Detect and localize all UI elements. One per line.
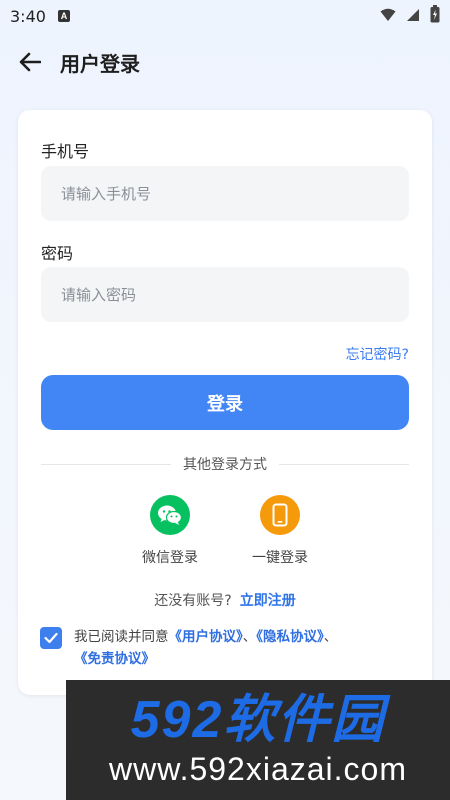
other-login-divider: 其他登录方式 bbox=[41, 454, 409, 474]
watermark-overlay: 592软件园 www.592xiazai.com bbox=[66, 680, 450, 800]
agreement-row: 我已阅读并同意《用户协议》、《隐私协议》、《免责协议》 bbox=[40, 626, 410, 670]
agreement-text: 我已阅读并同意《用户协议》、《隐私协议》、《免责协议》 bbox=[74, 626, 410, 670]
signal-icon bbox=[406, 7, 420, 26]
password-label: 密码 bbox=[41, 244, 74, 263]
notification-icon: A bbox=[57, 10, 70, 22]
other-login-label: 其他登录方式 bbox=[183, 457, 267, 473]
agreement-checkbox[interactable] bbox=[40, 627, 62, 649]
status-bar: 3:40 A bbox=[0, 0, 450, 32]
onekey-login-button[interactable]: 一键登录 bbox=[230, 495, 330, 567]
app-header: 用户登录 bbox=[0, 40, 450, 84]
register-question: 还没有账号? bbox=[154, 593, 232, 609]
check-icon bbox=[44, 632, 58, 644]
register-link[interactable]: 立即注册 bbox=[240, 593, 296, 609]
register-row: 还没有账号? 立即注册 bbox=[18, 590, 432, 610]
arrow-left-icon[interactable] bbox=[18, 50, 42, 74]
phone-label: 手机号 bbox=[41, 142, 90, 161]
watermark-url: www.592xiazai.com bbox=[109, 751, 407, 787]
status-time: 3:40 bbox=[10, 6, 46, 26]
login-card: 手机号 密码 忘记密码? 登录 其他登录方式 微信登录 bbox=[18, 110, 432, 695]
page-title: 用户登录 bbox=[60, 51, 140, 76]
agreement-prefix: 我已阅读并同意 bbox=[74, 629, 169, 645]
disclaimer-agreement-link[interactable]: 《免责协议》 bbox=[74, 651, 155, 667]
divider-line-left bbox=[41, 463, 171, 465]
battery-icon bbox=[430, 5, 440, 27]
onekey-login-label: 一键登录 bbox=[252, 550, 308, 566]
phone-input[interactable] bbox=[41, 166, 409, 221]
privacy-agreement-link[interactable]: 《隐私协议》 bbox=[256, 629, 324, 645]
wechat-login-button[interactable]: 微信登录 bbox=[120, 495, 220, 567]
wifi-icon bbox=[380, 7, 396, 26]
watermark-brand: 592软件园 bbox=[130, 691, 386, 749]
phone-icon bbox=[260, 495, 300, 535]
agreement-separator: 、 bbox=[242, 629, 257, 645]
user-agreement-link[interactable]: 《用户协议》 bbox=[169, 629, 243, 645]
login-button[interactable]: 登录 bbox=[41, 375, 409, 430]
agreement-separator: 、 bbox=[323, 629, 338, 645]
wechat-login-label: 微信登录 bbox=[142, 550, 198, 566]
forgot-password-link[interactable]: 忘记密码? bbox=[346, 344, 409, 364]
wechat-icon bbox=[150, 495, 190, 535]
status-icons bbox=[380, 5, 440, 27]
divider-line-right bbox=[279, 463, 409, 465]
password-input[interactable] bbox=[41, 267, 409, 322]
